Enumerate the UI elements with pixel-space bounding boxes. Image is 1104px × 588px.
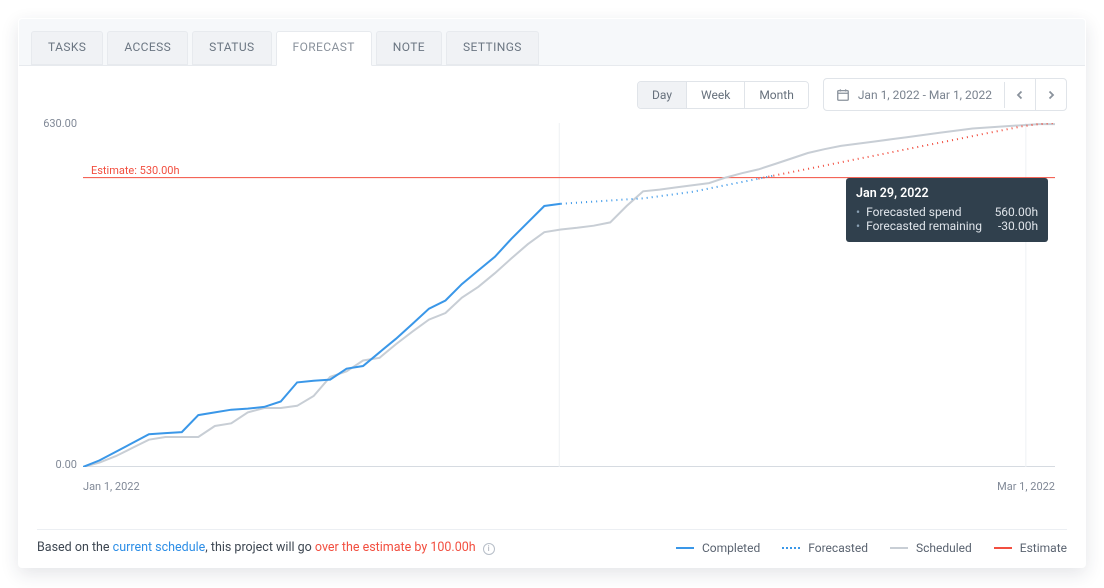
chart-area: 630.00 0.00 Estimate: 530.00h Jan 29, 20… (37, 117, 1067, 495)
timescale-month-button[interactable]: Month (745, 82, 807, 108)
y-axis-max: 630.00 (37, 117, 77, 130)
forecast-summary: Based on the current schedule, this proj… (37, 540, 495, 555)
legend-completed-label: Completed (702, 541, 760, 555)
legend-completed: Completed (676, 541, 760, 555)
legend-estimate-label: Estimate (1020, 541, 1067, 555)
tab-tasks[interactable]: TASKS (31, 31, 103, 65)
legend-scheduled: Scheduled (890, 541, 972, 555)
timescale-selector: DayWeekMonth (637, 81, 809, 109)
tooltip-row: Forecasted spend560.00h (856, 205, 1038, 219)
chevron-right-icon (1046, 90, 1056, 100)
date-next-button[interactable] (1035, 79, 1066, 110)
timescale-week-button[interactable]: Week (687, 82, 745, 108)
plot[interactable]: Jan 29, 2022 Forecasted spend560.00hFore… (83, 123, 1055, 467)
legend-estimate: Estimate (994, 541, 1067, 555)
x-axis-start: Jan 1, 2022 (83, 480, 140, 493)
tab-forecast[interactable]: FORECAST (276, 31, 372, 66)
x-axis-end: Mar 1, 2022 (997, 480, 1055, 493)
current-schedule-link[interactable]: current schedule (113, 540, 206, 555)
y-axis-min: 0.00 (37, 458, 77, 471)
legend-forecasted: Forecasted (782, 541, 868, 555)
date-range-picker[interactable]: Jan 1, 2022 - Mar 1, 2022 (824, 82, 1005, 108)
timescale-day-button[interactable]: Day (638, 82, 687, 108)
tooltip-date: Jan 29, 2022 (856, 186, 1038, 201)
chart-footer: Based on the current schedule, this proj… (37, 529, 1067, 555)
legend-forecasted-label: Forecasted (808, 541, 868, 555)
chart-tooltip: Jan 29, 2022 Forecasted spend560.00hFore… (846, 178, 1048, 242)
tab-access[interactable]: ACCESS (107, 31, 188, 65)
chart-toolbar: DayWeekMonth Jan 1, 2022 - Mar 1, 2022 (19, 66, 1085, 117)
date-prev-button[interactable] (1005, 79, 1035, 110)
date-range-text: Jan 1, 2022 - Mar 1, 2022 (858, 88, 992, 102)
summary-overrun: over the estimate by 100.00h (315, 540, 476, 555)
tab-settings[interactable]: SETTINGS (446, 31, 539, 65)
chevron-left-icon (1015, 90, 1025, 100)
tab-status[interactable]: STATUS (192, 31, 271, 65)
legend-scheduled-label: Scheduled (916, 541, 972, 555)
summary-mid: , this project will go (205, 540, 315, 555)
tabs: TASKSACCESSSTATUSFORECASTNOTESETTINGS (19, 19, 1085, 66)
forecast-card: TASKSACCESSSTATUSFORECASTNOTESETTINGS Da… (18, 18, 1086, 568)
tab-note[interactable]: NOTE (376, 31, 442, 65)
date-range-group: Jan 1, 2022 - Mar 1, 2022 (823, 78, 1067, 111)
forecast-line-chart (83, 123, 1055, 467)
legend: Completed Forecasted Scheduled Estimate (676, 541, 1067, 555)
tooltip-row: Forecasted remaining-30.00h (856, 219, 1038, 233)
calendar-icon (836, 88, 850, 102)
summary-prefix: Based on the (37, 540, 113, 555)
info-icon[interactable]: i (483, 543, 495, 555)
